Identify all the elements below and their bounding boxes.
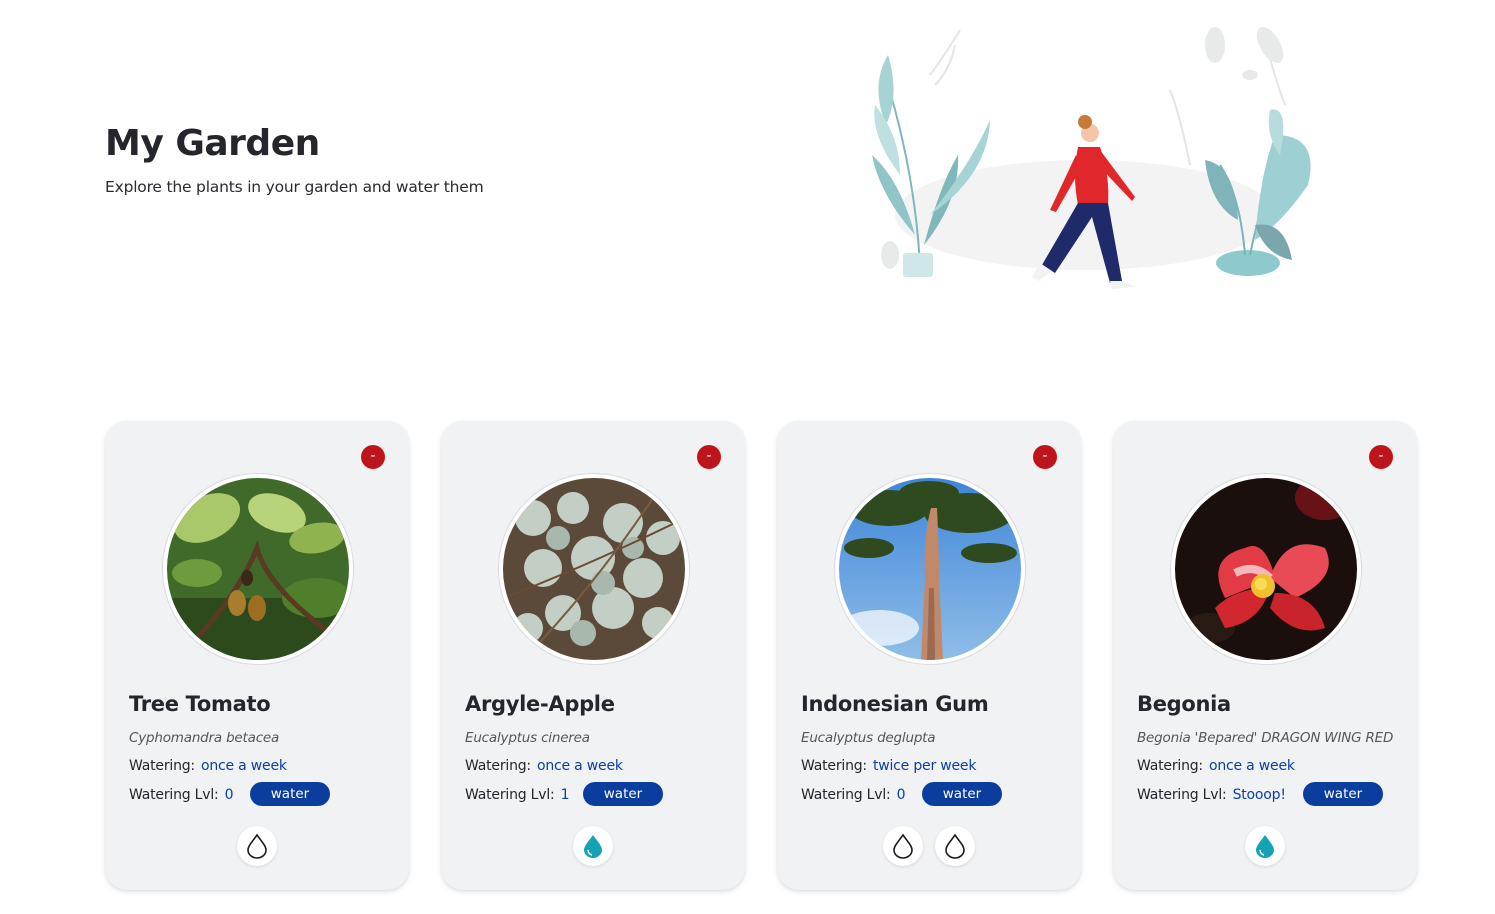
tree-tomato-photo	[167, 478, 349, 660]
water-button[interactable]: water	[922, 782, 1002, 806]
plant-card: - Begonia Begonia 'Bepared' DRAGON WING	[1113, 421, 1417, 890]
watering-level-label: Watering Lvl:	[1137, 787, 1227, 803]
water-button[interactable]: water	[250, 782, 330, 806]
watering-label: Watering:	[129, 758, 195, 774]
water-button[interactable]: water	[1303, 782, 1383, 806]
water-drop-filled-icon	[573, 826, 613, 866]
plant-scientific-name: Eucalyptus deglupta	[801, 730, 936, 746]
plant-card: -	[441, 421, 745, 890]
watering-label: Watering:	[801, 758, 867, 774]
plant-scientific-name: Cyphomandra betacea	[129, 730, 280, 746]
watering-level-row: Watering Lvl: Stooop!	[1137, 787, 1286, 803]
argyle-apple-photo	[503, 478, 685, 660]
indonesian-gum-photo	[839, 478, 1021, 660]
page-header: My Garden Explore the plants in your gar…	[105, 122, 484, 196]
water-drop-empty-icon	[935, 826, 975, 866]
plant-photo	[503, 478, 685, 660]
remove-plant-button[interactable]: -	[1033, 445, 1057, 469]
water-drop-indicators	[777, 826, 1081, 868]
water-drop-empty-icon	[883, 826, 923, 866]
plant-name: Indonesian Gum	[801, 692, 989, 716]
watering-level-row: Watering Lvl: 0	[801, 787, 905, 803]
plant-photo	[839, 478, 1021, 660]
water-drop-empty-icon	[237, 826, 277, 866]
watering-level-value: 0	[224, 787, 234, 803]
plant-photo-frame	[499, 474, 689, 664]
plant-name: Begonia	[1137, 692, 1231, 716]
watering-level-value: 0	[896, 787, 906, 803]
watering-level-value: 1	[560, 787, 570, 803]
watering-level-label: Watering Lvl:	[129, 787, 219, 803]
watering-frequency-row: Watering: once a week	[1137, 758, 1295, 774]
watering-frequency-row: Watering: once a week	[129, 758, 287, 774]
woman-walking-with-plants-illustration	[872, 26, 1311, 289]
plant-photo	[167, 478, 349, 660]
water-drop-indicators	[1113, 826, 1417, 868]
water-drop-indicators	[105, 826, 409, 868]
hero-illustration	[860, 15, 1320, 305]
plant-photo-frame	[835, 474, 1025, 664]
watering-frequency: twice per week	[872, 758, 977, 774]
watering-frequency-row: Watering: twice per week	[801, 758, 976, 774]
plant-scientific-name: Begonia 'Bepared' DRAGON WING RED	[1137, 730, 1394, 746]
page-title: My Garden	[105, 123, 320, 164]
plant-photo	[1175, 478, 1357, 660]
water-button[interactable]: water	[583, 782, 663, 806]
watering-frequency: once a week	[536, 758, 623, 774]
water-drop-filled-icon	[1245, 826, 1285, 866]
plant-name: Tree Tomato	[129, 692, 271, 716]
plant-card-list: - Tree Tomato Cyphomandra betacea Wateri…	[105, 421, 1417, 891]
watering-frequency-row: Watering: once a week	[465, 758, 623, 774]
watering-level-value: Stooop!	[1232, 787, 1286, 803]
remove-plant-button[interactable]: -	[697, 445, 721, 469]
watering-level-row: Watering Lvl: 0	[129, 787, 233, 803]
plant-scientific-name: Eucalyptus cinerea	[465, 730, 590, 746]
water-drop-indicators	[441, 826, 745, 868]
remove-plant-button[interactable]: -	[1369, 445, 1393, 469]
watering-level-label: Watering Lvl:	[465, 787, 555, 803]
watering-label: Watering:	[1137, 758, 1203, 774]
page-subtitle: Explore the plants in your garden and wa…	[105, 178, 484, 196]
plant-photo-frame	[1171, 474, 1361, 664]
plant-photo-frame	[163, 474, 353, 664]
watering-frequency: once a week	[200, 758, 287, 774]
watering-label: Watering:	[465, 758, 531, 774]
watering-level-label: Watering Lvl:	[801, 787, 891, 803]
remove-plant-button[interactable]: -	[361, 445, 385, 469]
plant-card: - Tree Tomato Cyphomandra betacea Wateri…	[105, 421, 409, 890]
begonia-photo	[1175, 478, 1357, 660]
watering-level-row: Watering Lvl: 1	[465, 787, 569, 803]
plant-name: Argyle-Apple	[465, 692, 615, 716]
watering-frequency: once a week	[1208, 758, 1295, 774]
plant-card: -	[777, 421, 1081, 890]
